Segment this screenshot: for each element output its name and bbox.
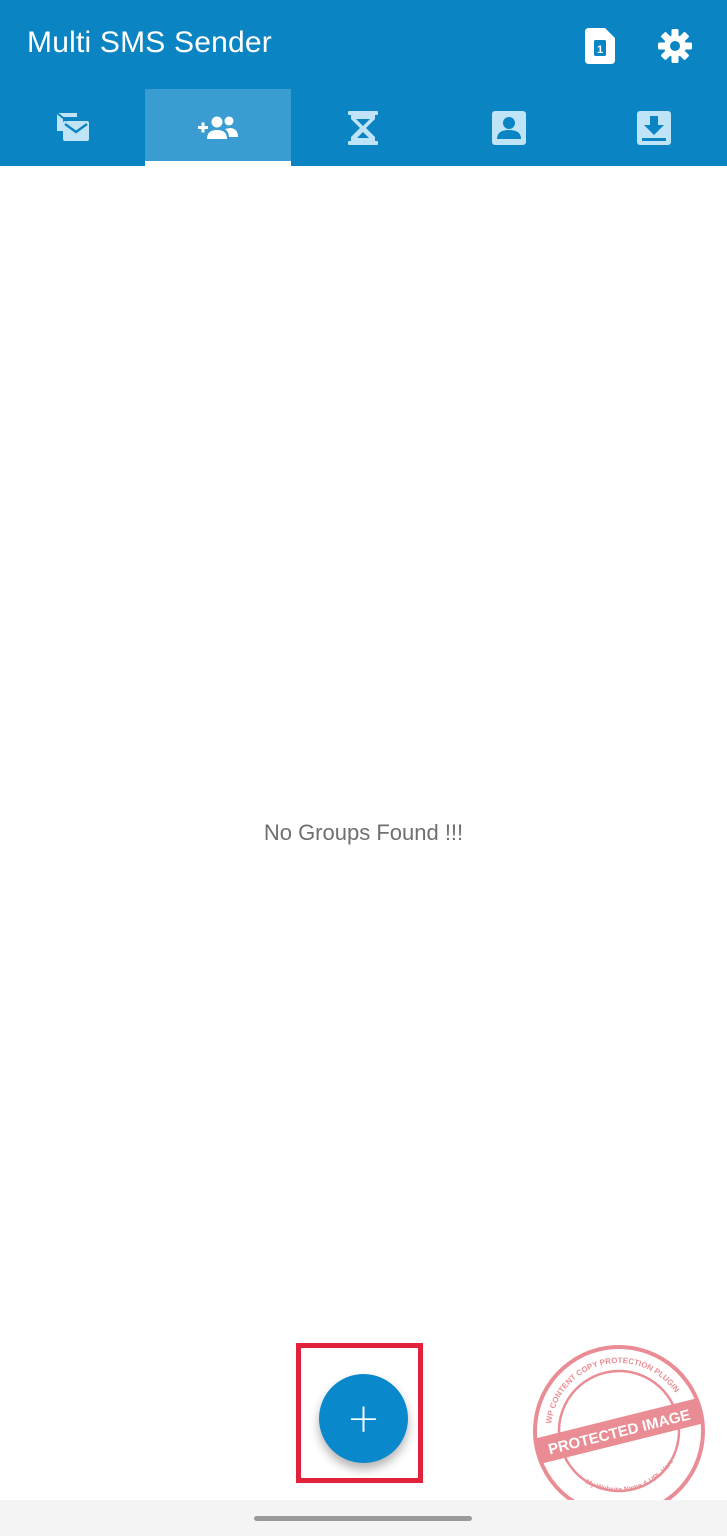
tab-scheduled[interactable] xyxy=(291,89,436,166)
watermark-ring-bottom: My Website Name & URL Here xyxy=(583,1457,680,1503)
app-title: Multi SMS Sender xyxy=(27,26,272,59)
plus-icon: + xyxy=(346,1395,381,1442)
gear-icon xyxy=(658,29,692,63)
empty-state-message: No Groups Found !!! xyxy=(263,820,464,845)
sim-selector-button[interactable]: 1 xyxy=(578,24,622,68)
app-bar: Multi SMS Sender 1 xyxy=(0,0,727,166)
sim-card-icon: 1 xyxy=(585,28,615,64)
settings-button[interactable] xyxy=(653,24,697,68)
svg-text:My Website Name & URL Here: My Website Name & URL Here xyxy=(583,1457,680,1503)
add-group-icon xyxy=(198,116,239,139)
tab-contacts[interactable] xyxy=(436,89,581,166)
add-group-fab[interactable]: + xyxy=(319,1374,408,1463)
download-icon xyxy=(637,110,672,145)
tab-bar xyxy=(0,89,727,166)
messages-icon xyxy=(56,111,89,141)
hourglass-icon xyxy=(348,110,379,145)
gesture-handle[interactable] xyxy=(254,1516,472,1521)
tab-groups[interactable] xyxy=(145,89,292,166)
groups-content: No Groups Found !!! xyxy=(0,166,727,1500)
contact-icon xyxy=(491,110,526,145)
tab-import[interactable] xyxy=(582,89,727,166)
system-navigation-bar xyxy=(0,1500,727,1536)
tab-messages[interactable] xyxy=(0,89,145,166)
sim-badge-number: 1 xyxy=(597,44,603,56)
